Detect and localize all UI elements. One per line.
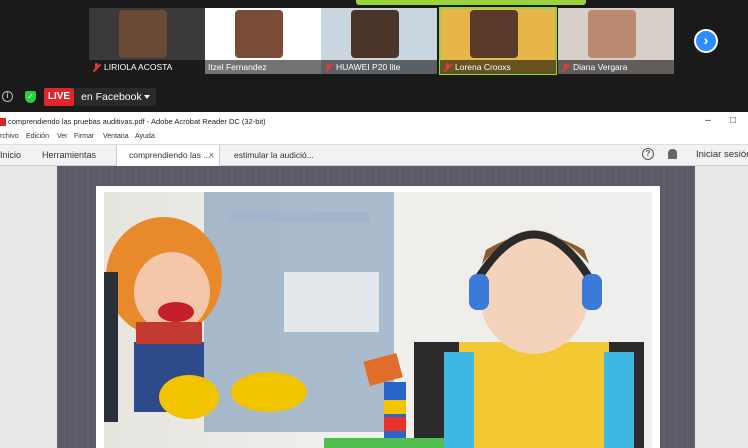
help-icon[interactable]: ? — [642, 148, 654, 160]
document-tab-label: comprendiendo las ... — [129, 150, 211, 160]
window-titlebar: comprendiendo las pruebas auditivas.pdf … — [0, 112, 748, 132]
participant-name-bar: Itzel Fernandez — [205, 60, 321, 74]
live-badge[interactable]: LIVE — [44, 88, 74, 106]
child-with-headphones-illustration — [104, 192, 644, 448]
live-destination-label: en Facebook — [81, 91, 142, 103]
participant-name: Itzel Fernandez — [208, 62, 267, 72]
document-viewer[interactable] — [0, 166, 748, 448]
speaker-indicator-bar — [356, 0, 586, 5]
security-shield-icon[interactable]: ✓ — [25, 91, 36, 103]
mic-muted-icon — [92, 62, 101, 72]
acrobat-window: comprendiendo las pruebas auditivas.pdf … — [0, 112, 748, 448]
menu-archivo[interactable]: rchivo — [0, 133, 19, 140]
participant-tile-0[interactable]: LIRIOLA ACOSTA — [89, 8, 205, 74]
mic-muted-icon — [561, 62, 570, 72]
participant-tile-3[interactable]: Lorena Crooxs — [439, 7, 557, 75]
live-destination-dropdown[interactable]: en Facebook — [74, 88, 156, 106]
menu-firmar[interactable]: Firmar — [74, 133, 94, 140]
tab-herramientas[interactable]: Herramientas — [42, 145, 96, 166]
participant-tile-1[interactable]: Itzel Fernandez — [205, 8, 321, 74]
menu-ventana[interactable]: Ventana — [103, 133, 129, 140]
close-icon[interactable]: × — [209, 145, 214, 166]
participant-video — [235, 10, 283, 58]
participant-video — [470, 10, 518, 58]
participant-video — [119, 10, 167, 58]
participant-name: Diana Vergara — [573, 62, 628, 72]
participant-name-bar: LIRIOLA ACOSTA — [89, 60, 205, 74]
participant-name-bar: Diana Vergara — [558, 60, 674, 74]
tab-document[interactable]: estimular la audició... — [222, 145, 326, 166]
participant-name: LIRIOLA ACOSTA — [104, 62, 173, 72]
participant-name: HUAWEI P20 lite — [336, 62, 401, 72]
sign-in-link[interactable]: Iniciar sesión — [696, 149, 748, 160]
participant-video — [588, 10, 636, 58]
participant-video — [351, 10, 399, 58]
tab-bar: Inicio Herramientas comprendiendo las ..… — [0, 144, 748, 166]
minimize-button[interactable]: – — [702, 115, 714, 127]
mic-muted-icon — [324, 62, 333, 72]
document-photo — [104, 192, 652, 448]
maximize-button[interactable]: □ — [727, 115, 739, 127]
tab-inicio[interactable]: Inicio — [0, 145, 21, 166]
next-participants-button[interactable]: › — [694, 29, 718, 53]
participant-name-bar: Lorena Crooxs — [440, 60, 556, 74]
tab-document-active[interactable]: comprendiendo las ... × — [116, 145, 220, 166]
participant-tile-4[interactable]: Diana Vergara — [558, 8, 674, 74]
participant-name: Lorena Crooxs — [455, 62, 511, 72]
participant-tile-2[interactable]: HUAWEI P20 lite — [321, 8, 437, 74]
window-title: comprendiendo las pruebas auditivas.pdf … — [8, 117, 266, 126]
menu-edicion[interactable]: Edición — [26, 133, 49, 140]
participant-name-bar: HUAWEI P20 lite — [321, 60, 437, 74]
mic-muted-icon — [443, 62, 452, 72]
pdf-icon — [0, 118, 6, 126]
info-icon[interactable]: i — [2, 91, 13, 102]
menu-ver[interactable]: Ver — [57, 133, 68, 140]
document-tab-label: estimular la audició... — [234, 150, 314, 160]
menu-bar: rchivo Edición Ver Firmar Ventana Ayuda — [0, 132, 748, 144]
chevron-down-icon — [144, 95, 150, 99]
menu-ayuda[interactable]: Ayuda — [135, 133, 155, 140]
bell-icon[interactable] — [668, 149, 677, 159]
